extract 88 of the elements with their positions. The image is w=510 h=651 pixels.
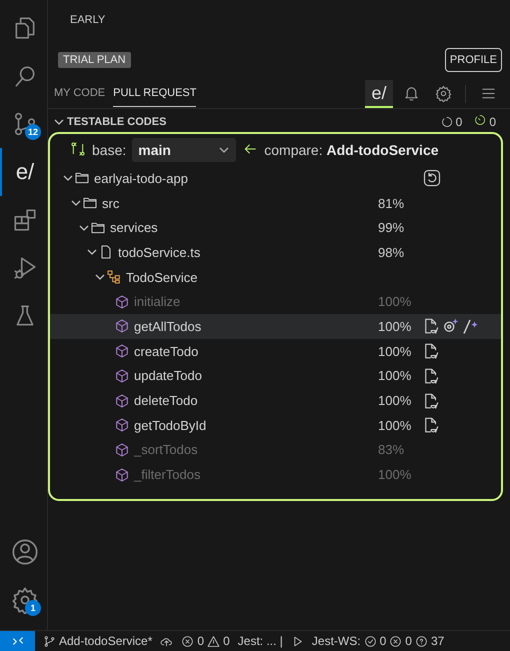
tab[interactable]: PULL REQUEST	[113, 81, 196, 107]
remote-icon	[10, 634, 24, 648]
count-badge: 12	[25, 124, 41, 140]
cube-icon	[114, 466, 130, 483]
coverage-percent: 100%	[378, 318, 412, 334]
coverage-percent: 99%	[378, 220, 406, 236]
early-logo-button[interactable]: e/	[365, 80, 393, 108]
early-logo-button[interactable]: e/	[0, 148, 48, 196]
counter-value: 0	[489, 114, 496, 128]
branch-status[interactable]: Add-todoService*	[43, 634, 152, 648]
node-name: earlyai-todo-app	[94, 170, 189, 186]
node-name: createTodo	[134, 344, 200, 359]
question-icon	[414, 634, 428, 648]
timer-icon	[474, 114, 486, 126]
node-name: getTodoById	[134, 418, 208, 433]
panel-title: EARLY	[69, 13, 106, 28]
error-icon	[181, 634, 194, 648]
coverage-percent: 100%	[378, 368, 412, 384]
compare-label: compare: Add-todoService	[264, 142, 439, 158]
problems-status[interactable]: 0 0	[181, 634, 230, 648]
cube-icon	[114, 392, 130, 409]
check-circle-icon	[364, 634, 377, 648]
base-branch-dropdown[interactable]: main	[132, 138, 236, 162]
class-icon	[106, 269, 122, 286]
jest-status[interactable]: Jest: ... |	[238, 634, 283, 648]
test-file-button[interactable]	[423, 342, 439, 360]
cube-icon	[114, 294, 130, 310]
run-debug-icon	[12, 255, 38, 281]
refresh-button[interactable]	[423, 169, 441, 188]
cube-icon	[114, 417, 130, 434]
remote-button[interactable]	[0, 631, 35, 651]
node-name: services	[110, 220, 159, 236]
test-file-button[interactable]	[423, 366, 439, 385]
coverage-percent: 81%	[378, 196, 406, 211]
bell-icon	[402, 84, 420, 102]
node-name: _sortTodos	[134, 442, 199, 458]
error-icon	[389, 634, 402, 648]
node-name: initialize	[134, 294, 182, 310]
node-name: TodoService	[126, 270, 199, 285]
node-name: todoService.ts	[118, 244, 202, 260]
coverage-percent: 98%	[378, 244, 406, 260]
node-name: getAllTodos	[134, 318, 202, 334]
coverage-percent: 100%	[378, 467, 412, 482]
test-file-button[interactable]	[423, 392, 439, 410]
base-label: base:	[92, 142, 126, 158]
jest-ws-status[interactable]: Jest-WS: 0 0 37	[312, 634, 444, 648]
section-title: TESTABLE CODES	[67, 116, 166, 128]
test-file-button[interactable]	[423, 317, 439, 336]
settings-button[interactable]: 1	[0, 576, 48, 624]
counter-value: 0	[456, 114, 462, 128]
coverage-percent: 100%	[378, 393, 412, 408]
tree-row[interactable]: createTodo 100%	[50, 338, 501, 364]
coverage-percent: 100%	[378, 294, 412, 310]
coverage-percent: 100%	[378, 418, 412, 433]
tree-row[interactable]: TodoService	[50, 264, 501, 290]
settings-icon	[434, 84, 452, 102]
coverage-percent: 100%	[378, 344, 412, 359]
extensions-icon	[12, 207, 38, 233]
gear-icon	[11, 586, 39, 614]
test-file-button[interactable]	[423, 416, 439, 434]
coverage-percent: 83%	[378, 442, 406, 458]
magic-wand-button[interactable]	[461, 317, 479, 336]
tree-row[interactable]: updateTodo 100%	[50, 364, 501, 388]
warning-icon	[207, 634, 220, 648]
tree-row[interactable]: getAllTodos 100%	[50, 314, 501, 339]
tree-row[interactable]: deleteTodo 100%	[50, 388, 501, 413]
node-name: deleteTodo	[134, 393, 199, 408]
cube-icon	[114, 368, 130, 384]
tree-row[interactable]: services 99%	[50, 215, 501, 240]
node-name: _filterTodos	[134, 467, 202, 482]
branch-icon	[43, 634, 56, 648]
tree-row[interactable]: earlyai-todo-app	[50, 166, 501, 191]
count-badge: 1	[25, 600, 41, 616]
profile-button[interactable]: PROFILE	[444, 48, 502, 72]
tree-row[interactable]: todoService.ts 98%	[50, 240, 501, 265]
cube-icon	[114, 343, 130, 360]
account-icon	[11, 538, 39, 566]
cube-icon	[114, 442, 130, 458]
plan-badge: TRIAL PLAN	[58, 52, 131, 68]
cube-icon	[114, 318, 130, 334]
branch-icon	[12, 111, 38, 137]
tree-row[interactable]: src 81%	[50, 190, 501, 216]
tab[interactable]: MY CODE	[54, 81, 106, 107]
tree-row[interactable]: getTodoById 100%	[50, 412, 501, 438]
node-name: src	[102, 196, 120, 211]
node-name: updateTodo	[134, 368, 203, 384]
source-control-button[interactable]: 12	[0, 100, 48, 148]
compare-icon	[70, 140, 86, 156]
